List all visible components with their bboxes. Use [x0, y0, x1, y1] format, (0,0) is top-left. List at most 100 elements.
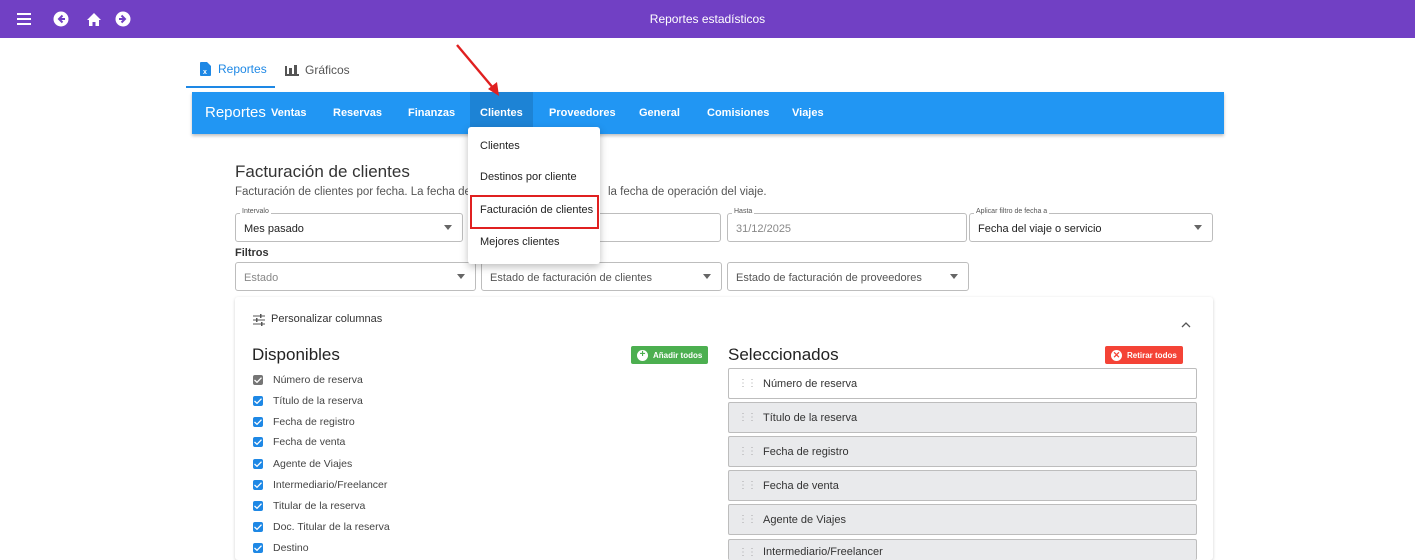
chevron-up-icon[interactable]	[1181, 315, 1191, 333]
selected-column-item[interactable]: ⋮⋮ Fecha de venta	[728, 470, 1197, 501]
checkbox-checked-icon	[253, 459, 263, 469]
section-description-right: la fecha de operación del viaje.	[608, 186, 767, 198]
nav-ventas[interactable]: Ventas	[271, 92, 306, 134]
available-column-item[interactable]: Doc. Titular de la reserva	[253, 519, 390, 535]
drag-handle-icon[interactable]: ⋮⋮	[738, 446, 757, 457]
chevron-down-icon	[457, 274, 465, 279]
tab-graficos[interactable]: Gráficos	[285, 52, 375, 88]
estado-select[interactable]: Estado	[235, 262, 476, 291]
drag-handle-icon[interactable]: ⋮⋮	[738, 412, 757, 423]
checkbox-checked-icon	[253, 417, 263, 427]
intervalo-label: Intervalo	[240, 208, 271, 215]
selected-column-label: Fecha de registro	[763, 445, 849, 458]
selected-column-item[interactable]: ⋮⋮ Agente de Viajes	[728, 504, 1197, 535]
customize-columns-label: Personalizar columnas	[271, 313, 383, 325]
nav-comisiones[interactable]: Comisiones	[707, 92, 769, 134]
checkbox-disabled-icon	[253, 375, 263, 385]
available-column-item[interactable]: Destino	[253, 540, 309, 556]
remove-all-label: Retirar todos	[1127, 350, 1177, 360]
checkbox-checked-icon	[253, 480, 263, 490]
navbar-brand: Reportes	[205, 104, 266, 121]
close-circle-icon: ✕	[1111, 349, 1122, 361]
available-column-label: Agente de Viajes	[273, 458, 353, 470]
menu-item-destinos-por-cliente[interactable]: Destinos por cliente	[480, 171, 577, 183]
chevron-down-icon	[950, 274, 958, 279]
aplicar-filtro-value: Fecha del viaje o servicio	[978, 223, 1102, 235]
selected-column-item[interactable]: ⋮⋮ Título de la reserva	[728, 402, 1197, 433]
add-all-button[interactable]: + Añadir todos	[631, 346, 709, 364]
add-all-label: Añadir todos	[653, 350, 703, 360]
available-column-item[interactable]: Título de la reserva	[253, 393, 363, 409]
drag-handle-icon[interactable]: ⋮⋮	[738, 514, 757, 525]
available-column-item[interactable]: Fecha de registro	[253, 414, 355, 430]
selected-column-item[interactable]: ⋮⋮ Número de reserva	[728, 368, 1197, 399]
reports-navbar: Reportes Ventas Reservas Finanzas Client…	[192, 92, 1224, 134]
selected-column-label: Agente de Viajes	[763, 513, 846, 526]
tab-graficos-label: Gráficos	[305, 63, 350, 77]
aplicar-filtro-label: Aplicar filtro de fecha a	[974, 208, 1050, 215]
chevron-down-icon	[1194, 225, 1202, 230]
chevron-down-icon	[444, 225, 452, 230]
available-column-item[interactable]: Intermediario/Freelancer	[253, 477, 387, 493]
annotation-arrow	[456, 44, 499, 96]
checkbox-checked-icon	[253, 522, 263, 532]
tab-reportes-label: Reportes	[218, 62, 267, 76]
disponibles-title: Disponibles	[252, 345, 340, 364]
page-title: Reportes estadísticos	[649, 12, 766, 26]
menu-item-clientes[interactable]: Clientes	[480, 140, 520, 152]
tune-icon	[253, 313, 265, 331]
menu-item-mejores-clientes[interactable]: Mejores clientes	[480, 236, 559, 248]
selected-column-label: Fecha de venta	[763, 479, 839, 492]
remove-all-button[interactable]: ✕ Retirar todos	[1105, 346, 1183, 364]
available-column-item[interactable]: Número de reserva	[253, 372, 363, 388]
available-column-label: Titular de la reserva	[273, 500, 366, 512]
nav-finanzas[interactable]: Finanzas	[408, 92, 455, 134]
available-column-item[interactable]: Agente de Viajes	[253, 456, 352, 472]
checkbox-checked-icon	[253, 437, 263, 447]
hasta-value: 31/12/2025	[736, 223, 792, 235]
bar-chart-icon	[285, 64, 299, 76]
estado-facturacion-clientes-select[interactable]: Estado de facturación de clientes	[481, 262, 722, 291]
selected-column-item[interactable]: ⋮⋮ Intermediario/Freelancer	[728, 539, 1197, 560]
drag-handle-icon[interactable]: ⋮⋮	[738, 480, 757, 491]
selected-column-label: Intermediario/Freelancer	[763, 546, 883, 558]
available-column-label: Intermediario/Freelancer	[273, 479, 388, 491]
drag-handle-icon[interactable]: ⋮⋮	[738, 378, 757, 389]
aplicar-filtro-select[interactable]: Aplicar filtro de fecha a Fecha del viaj…	[969, 208, 1213, 242]
checkbox-checked-icon	[253, 543, 263, 553]
intervalo-select[interactable]: Intervalo Mes pasado	[235, 208, 463, 242]
hasta-label: Hasta	[732, 208, 755, 215]
filtros-heading: Filtros	[235, 247, 269, 259]
available-column-item[interactable]: Titular de la reserva	[253, 498, 365, 514]
estado-placeholder: Estado	[244, 272, 279, 284]
svg-text:x: x	[203, 69, 207, 76]
available-column-label: Título de la reserva	[273, 395, 363, 407]
drag-handle-icon[interactable]: ⋮⋮	[738, 547, 757, 558]
checkbox-checked-icon	[253, 396, 263, 406]
intervalo-value: Mes pasado	[244, 223, 304, 235]
selected-column-label: Número de reserva	[763, 377, 858, 390]
available-column-label: Número de reserva	[273, 374, 363, 386]
available-column-label: Fecha de venta	[273, 436, 346, 448]
estado-facturacion-clientes-placeholder: Estado de facturación de clientes	[490, 272, 653, 284]
top-app-bar: Reportes estadísticos	[0, 0, 1415, 38]
nav-viajes[interactable]: Viajes	[792, 92, 824, 134]
section-description: Facturación de clientes por fecha. La fe…	[235, 186, 767, 198]
selected-column-item[interactable]: ⋮⋮ Fecha de registro	[728, 436, 1197, 467]
annotation-highlight-box	[470, 195, 599, 229]
available-column-item[interactable]: Fecha de venta	[253, 434, 345, 450]
section-description-left: Facturación de clientes por fecha. La fe…	[235, 186, 471, 198]
seleccionados-title: Seleccionados	[728, 345, 839, 364]
estado-facturacion-proveedores-select[interactable]: Estado de facturación de proveedores	[727, 262, 969, 291]
nav-general[interactable]: General	[639, 92, 680, 134]
available-column-label: Doc. Titular de la reserva	[273, 521, 390, 533]
available-column-label: Fecha de registro	[273, 416, 355, 428]
tab-reportes[interactable]: x Reportes	[186, 52, 275, 88]
report-doc-icon: x	[200, 62, 211, 76]
nav-reservas[interactable]: Reservas	[333, 92, 382, 134]
available-column-label: Destino	[273, 542, 309, 554]
hasta-field[interactable]: Hasta 31/12/2025	[727, 208, 967, 242]
plus-circle-icon: +	[637, 349, 648, 361]
section-title: Facturación de clientes	[235, 162, 410, 181]
chevron-down-icon	[703, 274, 711, 279]
